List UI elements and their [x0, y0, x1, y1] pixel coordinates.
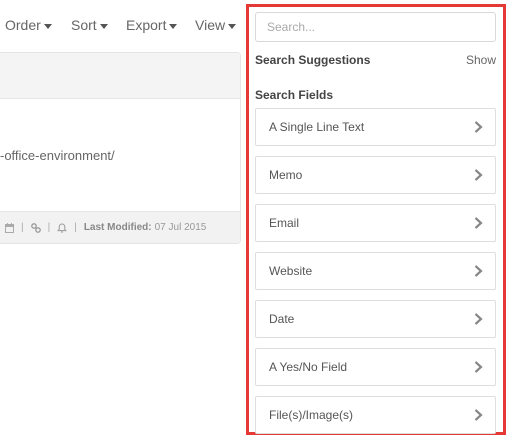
field-item[interactable]: A Single Line Text [255, 108, 496, 146]
field-item[interactable]: Email [255, 204, 496, 242]
chevron-right-icon [473, 312, 483, 326]
chevron-right-icon [473, 168, 483, 182]
footer-separator: | [74, 222, 77, 233]
caret-down-icon [169, 24, 178, 29]
caret-down-icon [228, 24, 237, 29]
record-card-footer: | | | Last Modified: 07 Jul 2015 [0, 211, 240, 243]
field-item-label: File(s)/Image(s) [269, 408, 354, 422]
field-item-label: Memo [269, 168, 303, 182]
field-item[interactable]: File(s)/Image(s) [255, 396, 496, 434]
view-menu[interactable]: View [195, 17, 237, 33]
chevron-right-icon [473, 120, 483, 134]
chevron-right-icon [473, 264, 483, 278]
field-item-label: A Yes/No Field [269, 360, 348, 374]
bell-icon[interactable] [57, 222, 68, 233]
export-menu[interactable]: Export [126, 17, 178, 33]
search-fields-label: Search Fields [255, 88, 334, 102]
search-input[interactable] [255, 12, 496, 42]
chevron-right-icon [473, 216, 483, 230]
last-modified-value: 07 Jul 2015 [154, 222, 207, 233]
last-modified-label: Last Modified: [83, 222, 152, 233]
order-menu-label: Order [5, 17, 41, 33]
record-url[interactable]: -office-environment/ [0, 148, 115, 163]
record-card: -office-environment/ | | | Last Modified… [0, 52, 241, 244]
order-menu[interactable]: Order [5, 17, 52, 33]
field-item-label: A Single Line Text [269, 120, 365, 134]
field-item-label: Website [269, 264, 313, 278]
sort-menu[interactable]: Sort [71, 17, 108, 33]
link-icon[interactable] [30, 222, 41, 233]
chevron-right-icon [473, 408, 483, 422]
field-item[interactable]: A Yes/No Field [255, 348, 496, 386]
footer-separator: | [21, 222, 24, 233]
export-menu-label: Export [126, 17, 167, 33]
search-panel: Search Suggestions Show Search Fields A … [246, 4, 506, 435]
caret-down-icon [43, 24, 52, 29]
field-item[interactable]: Website [255, 252, 496, 290]
field-item-label: Date [269, 312, 295, 326]
show-suggestions-link[interactable]: Show [466, 53, 496, 67]
sort-menu-label: Sort [71, 17, 97, 33]
footer-separator: | [47, 222, 51, 233]
record-card-header [0, 53, 240, 99]
caret-down-icon [99, 24, 108, 29]
field-item[interactable]: Date [255, 300, 496, 338]
view-menu-label: View [195, 17, 226, 33]
chevron-right-icon [473, 360, 483, 374]
toolbar: Order Sort Export View [0, 0, 250, 52]
field-item[interactable]: Memo [255, 156, 496, 194]
field-item-label: Email [269, 216, 300, 230]
calendar-icon[interactable] [4, 222, 14, 233]
search-suggestions-label: Search Suggestions [255, 53, 371, 67]
